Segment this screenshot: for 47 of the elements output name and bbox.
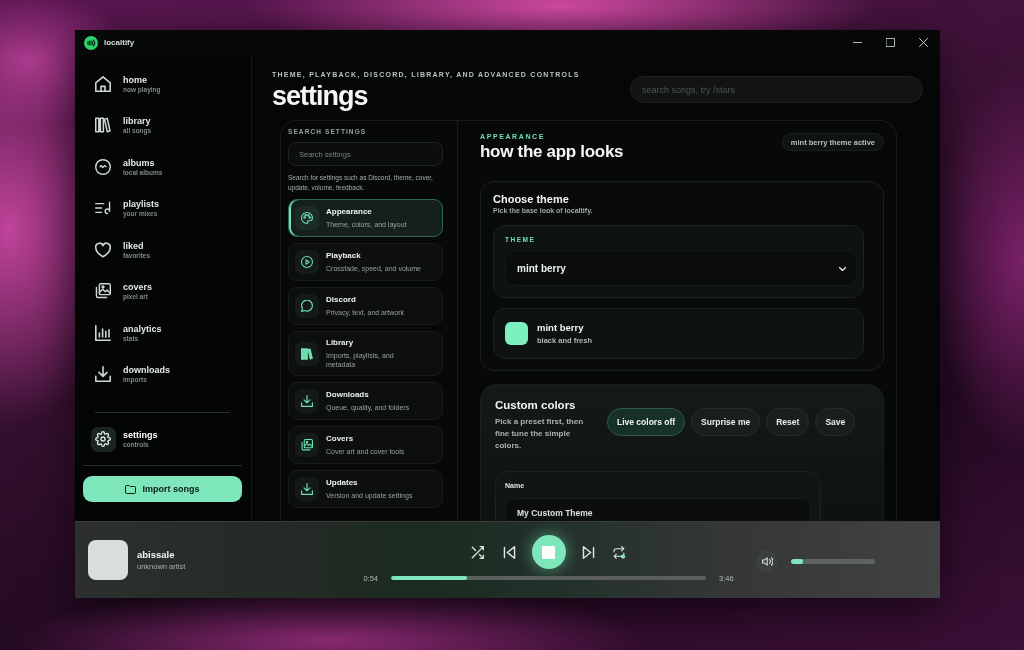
chevron-down-icon	[839, 266, 846, 271]
maximize-icon	[886, 38, 895, 47]
books-icon	[95, 117, 111, 134]
repeat-icon	[613, 545, 626, 559]
books-icon	[295, 341, 319, 366]
images-icon	[95, 283, 111, 300]
gear-icon	[90, 426, 116, 452]
theme-select[interactable]: mint berry	[505, 251, 857, 286]
live-colors-button[interactable]: Live colors off	[607, 408, 686, 436]
download-icon	[95, 366, 111, 383]
card-title: Custom colors	[495, 398, 577, 412]
theme-name-field[interactable]: My Custom Theme	[505, 498, 811, 521]
minimize-icon	[853, 42, 862, 43]
progress-track[interactable]	[391, 576, 706, 580]
logo-icon	[84, 35, 98, 50]
reset-button[interactable]: Reset	[766, 408, 810, 436]
photo-placeholder	[88, 540, 128, 580]
skip-forward-icon	[581, 545, 595, 559]
page-title: settings	[272, 81, 369, 111]
home-icon	[95, 75, 111, 92]
save-button[interactable]: Save	[815, 408, 856, 436]
volume-button[interactable]	[756, 550, 778, 572]
stop-button[interactable]	[531, 535, 566, 569]
section-title: how the app looks	[480, 142, 624, 162]
images-icon	[295, 433, 319, 457]
close-icon	[919, 38, 928, 47]
skip-back-icon	[502, 545, 516, 559]
heart-icon	[95, 241, 111, 258]
chat-bubble-icon	[295, 294, 319, 318]
stop-icon	[542, 545, 555, 559]
volume-track[interactable]	[791, 558, 875, 564]
disc-icon	[95, 158, 111, 175]
volume-icon	[761, 556, 773, 566]
theme-name: mint berry	[537, 322, 585, 333]
shuffle-icon	[471, 545, 484, 559]
folder-icon	[125, 484, 137, 494]
track-title: abissale	[137, 549, 176, 560]
import-button[interactable]: Import songs	[83, 476, 242, 502]
download-icon	[295, 389, 319, 413]
download-icon	[295, 477, 319, 501]
card-description: Pick a preset first, then fine tune the simple colors.	[495, 416, 585, 452]
app-title: localtify	[104, 38, 135, 47]
card-title: Choose theme	[493, 193, 570, 206]
playlist-icon	[95, 200, 111, 217]
surprise-button[interactable]: Surprise me	[691, 408, 761, 436]
palette-icon	[295, 206, 319, 230]
bar-chart-icon	[95, 324, 111, 341]
